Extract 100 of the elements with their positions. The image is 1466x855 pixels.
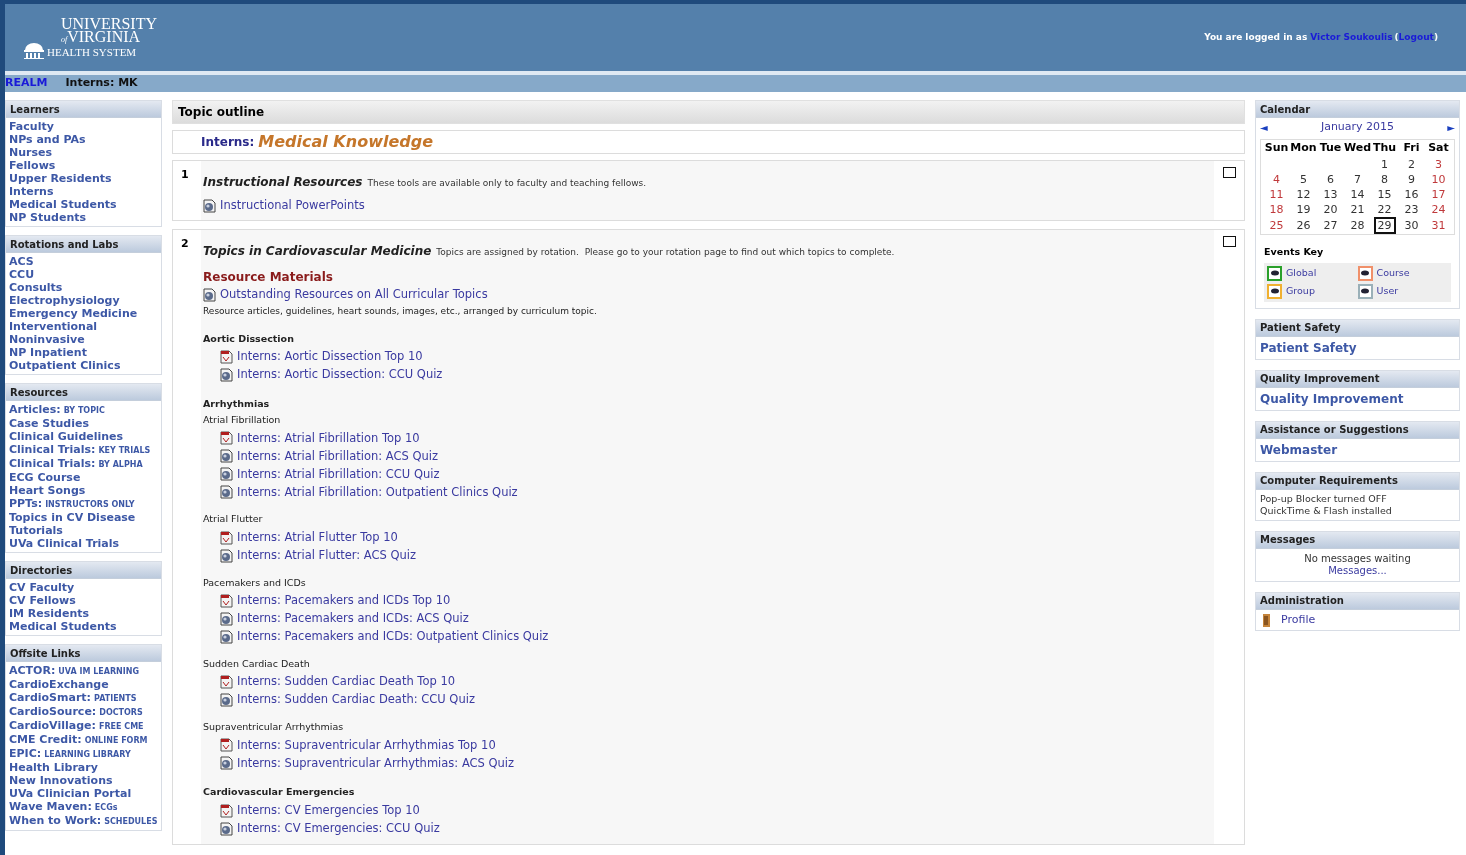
sidebar-link[interactable]: ACS: [9, 255, 34, 268]
calendar-day[interactable]: 12: [1294, 187, 1313, 201]
sidebar-link[interactable]: Clinical Guidelines: [9, 430, 124, 443]
sidebar-link[interactable]: CardioExchange: [9, 678, 109, 691]
calendar-day[interactable]: 2: [1406, 157, 1417, 171]
calendar-day[interactable]: 18: [1267, 202, 1286, 216]
resource-link[interactable]: Interns: Sudden Cardiac Death Top 10: [237, 673, 456, 691]
sidebar-link[interactable]: Wave Maven: ECGs: [9, 800, 118, 814]
sidebar-link[interactable]: CardioSmart: PATIENTS: [9, 691, 137, 705]
calendar-day[interactable]: 15: [1375, 187, 1394, 201]
calendar-day[interactable]: 16: [1402, 187, 1421, 201]
calendar-day[interactable]: 14: [1348, 187, 1367, 201]
sidebar-link[interactable]: Outpatient Clinics: [9, 359, 121, 372]
sidebar-link[interactable]: UVa Clinician Portal: [9, 787, 132, 800]
sidebar-link[interactable]: New Innovations: [9, 774, 113, 787]
resource-link[interactable]: Interns: CV Emergencies Top 10: [237, 801, 420, 820]
sidebar-link[interactable]: Heart Songs: [9, 484, 86, 497]
previous-month-button[interactable]: ◄: [1260, 119, 1268, 135]
calendar-day[interactable]: 31: [1429, 218, 1448, 232]
panel-link[interactable]: Patient Safety: [1256, 336, 1459, 359]
sidebar-link[interactable]: CV Faculty: [9, 581, 75, 594]
resource-link[interactable]: Interns: Atrial Fibrillation: Outpatient Clinics Quiz: [237, 483, 518, 501]
next-month-button[interactable]: ►: [1447, 119, 1455, 135]
sidebar-link[interactable]: CV Fellows: [9, 594, 76, 607]
sidebar-link[interactable]: NPs and PAs: [9, 133, 86, 146]
sidebar-link[interactable]: Fellows: [9, 159, 56, 172]
resource-link[interactable]: Interns: Atrial Fibrillation: ACS Quiz: [237, 447, 438, 465]
sidebar-link[interactable]: Clinical Trials: KEY TRIALS: [9, 443, 151, 457]
sidebar-link[interactable]: Faculty: [9, 120, 54, 133]
sidebar-link[interactable]: Upper Residents: [9, 172, 112, 185]
panel-link[interactable]: Quality Improvement: [1256, 387, 1459, 410]
sidebar-link[interactable]: CardioSource: DOCTORS: [9, 705, 143, 719]
resource-link[interactable]: Interns: Atrial Fibrillation Top 10: [237, 429, 420, 447]
calendar-day[interactable]: 5: [1298, 172, 1309, 186]
sidebar-link[interactable]: Noninvasive: [9, 333, 85, 346]
calendar-day[interactable]: 13: [1321, 187, 1340, 201]
sidebar-link[interactable]: Medical Students: [9, 198, 117, 211]
event-type-link[interactable]: Group: [1286, 284, 1315, 299]
resource-link[interactable]: Interns: Atrial Flutter: ACS Quiz: [237, 546, 417, 565]
event-type-link[interactable]: User: [1376, 284, 1399, 299]
sidebar-link[interactable]: PPTs: INSTRUCTORS ONLY: [9, 497, 135, 511]
event-type-link[interactable]: Course: [1376, 266, 1410, 281]
sidebar-link[interactable]: Articles: BY TOPIC: [9, 403, 105, 417]
calendar-day[interactable]: 19: [1294, 202, 1313, 216]
sidebar-link[interactable]: ECG Course: [9, 471, 81, 484]
calendar-day[interactable]: 25: [1267, 218, 1286, 232]
calendar-day[interactable]: 22: [1375, 202, 1394, 216]
calendar-day[interactable]: 26: [1294, 218, 1313, 232]
sidebar-link[interactable]: Nurses: [9, 146, 53, 159]
resource-link[interactable]: Interns: Pacemakers and ICDs: ACS Quiz: [237, 610, 469, 628]
sidebar-link[interactable]: Clinical Trials: BY ALPHA: [9, 457, 143, 471]
sidebar-link[interactable]: Case Studies: [9, 417, 89, 430]
sidebar-link[interactable]: CCU: [9, 268, 35, 281]
resource-link[interactable]: Outstanding Resources on All Curricular Topics: [220, 285, 488, 304]
resource-link[interactable]: Interns: Pacemakers and ICDs Top 10: [237, 592, 451, 610]
resource-link[interactable]: Interns: Supraventricular Arrhythmias Top 10: [237, 736, 496, 754]
messages-link[interactable]: Messages...: [1328, 564, 1387, 577]
resource-link[interactable]: Interns: Sudden Cardiac Death: CCU Quiz: [237, 691, 475, 709]
sidebar-link[interactable]: Medical Students: [9, 620, 117, 633]
breadcrumb-link[interactable]: REALM: [5, 75, 48, 92]
resource-link[interactable]: Interns: Aortic Dissection: CCU Quiz: [237, 366, 443, 384]
sidebar-link[interactable]: IM Residents: [9, 607, 90, 620]
calendar-day[interactable]: 29: [1373, 216, 1396, 234]
calendar-day[interactable]: 3: [1433, 157, 1444, 171]
calendar-day[interactable]: 8: [1379, 172, 1390, 186]
resource-link[interactable]: Interns: Atrial Fibrillation: CCU Quiz: [237, 465, 440, 483]
event-type-link[interactable]: Global: [1286, 266, 1317, 281]
sidebar-link[interactable]: Interns: [9, 185, 54, 198]
resource-link[interactable]: Interns: CV Emergencies: CCU Quiz: [237, 819, 440, 838]
calendar-day[interactable]: 10: [1429, 172, 1448, 186]
sidebar-link[interactable]: Health Library: [9, 761, 98, 774]
calendar-day[interactable]: 17: [1429, 187, 1448, 201]
sidebar-link[interactable]: Emergency Medicine: [9, 307, 138, 320]
highlight-checkbox[interactable]: [1222, 236, 1236, 247]
resource-link[interactable]: Interns: Supraventricular Arrhythmias: ACS Quiz: [237, 754, 515, 772]
calendar-day[interactable]: 24: [1429, 202, 1448, 216]
sidebar-link[interactable]: NP Inpatient: [9, 346, 87, 359]
sidebar-link[interactable]: Electrophysiology: [9, 294, 120, 307]
sidebar-link[interactable]: NP Students: [9, 211, 87, 224]
calendar-day[interactable]: 1: [1379, 157, 1390, 171]
sidebar-link[interactable]: EPIC: LEARNING LIBRARY: [9, 747, 131, 761]
sidebar-link[interactable]: CardioVillage: FREE CME: [9, 719, 144, 733]
sidebar-link[interactable]: Interventional: [9, 320, 98, 333]
calendar-day[interactable]: 28: [1348, 218, 1367, 232]
calendar-day[interactable]: 6: [1325, 172, 1336, 186]
calendar-day[interactable]: 7: [1352, 172, 1363, 186]
highlight-checkbox[interactable]: [1222, 167, 1236, 178]
calendar-day[interactable]: 30: [1402, 218, 1421, 232]
sidebar-link[interactable]: UVa Clinical Trials: [9, 537, 120, 550]
resource-link[interactable]: Interns: Aortic Dissection Top 10: [237, 348, 423, 366]
calendar-day[interactable]: 9: [1406, 172, 1417, 186]
sidebar-link[interactable]: Topics in CV Disease: [9, 511, 136, 524]
sidebar-link[interactable]: CME Credit: ONLINE FORM: [9, 733, 148, 747]
sidebar-link[interactable]: ACTOR: UVA IM LEARNING: [9, 664, 139, 678]
calendar-day[interactable]: 27: [1321, 218, 1340, 232]
sidebar-link[interactable]: Consults: [9, 281, 63, 294]
calendar-day[interactable]: 23: [1402, 202, 1421, 216]
calendar-day[interactable]: 4: [1271, 172, 1282, 186]
sidebar-link[interactable]: Tutorials: [9, 524, 63, 537]
profile-link[interactable]: Profile: [1281, 611, 1316, 629]
